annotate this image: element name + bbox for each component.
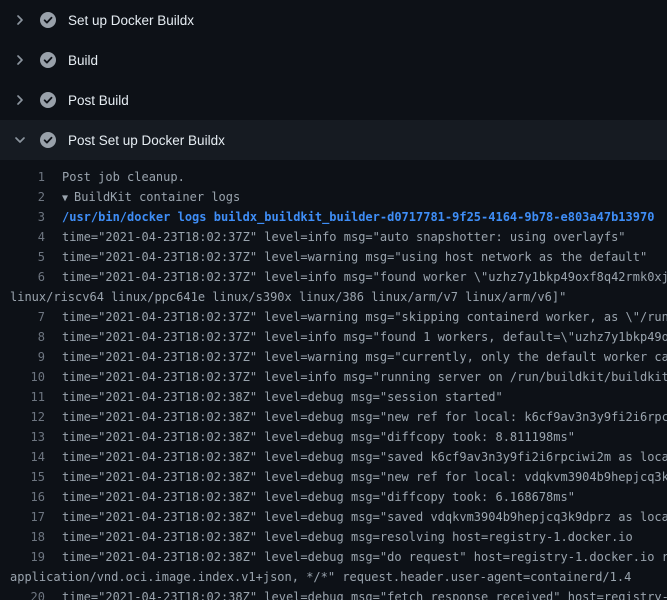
line-number[interactable]: 7 [0, 307, 45, 327]
line-text: time="2021-04-23T18:02:37Z" level=info m… [45, 367, 667, 387]
log-line: 6 time="2021-04-23T18:02:37Z" level=info… [0, 267, 667, 287]
actions-log-viewer: Set up Docker Buildx Build Post Build [0, 0, 667, 600]
line-text: time="2021-04-23T18:02:38Z" level=debug … [45, 427, 667, 447]
line-number[interactable]: 5 [0, 247, 45, 267]
chevron-down-icon [12, 132, 28, 148]
line-number[interactable]: 6 [0, 267, 45, 287]
log-line: 7 time="2021-04-23T18:02:37Z" level=warn… [0, 307, 667, 327]
log-line: 4 time="2021-04-23T18:02:37Z" level=info… [0, 227, 667, 247]
step-row-setup-docker-buildx[interactable]: Set up Docker Buildx [0, 0, 667, 40]
log-line: 18 time="2021-04-23T18:02:38Z" level=deb… [0, 527, 667, 547]
line-text: time="2021-04-23T18:02:38Z" level=debug … [45, 507, 667, 527]
line-number[interactable]: 16 [0, 487, 45, 507]
log-line: 9 time="2021-04-23T18:02:37Z" level=warn… [0, 347, 667, 367]
log-line: 14 time="2021-04-23T18:02:38Z" level=deb… [0, 447, 667, 467]
check-circle-icon [40, 132, 56, 148]
line-text: time="2021-04-23T18:02:37Z" level=warnin… [45, 347, 667, 367]
log-line: 15 time="2021-04-23T18:02:38Z" level=deb… [0, 467, 667, 487]
line-text: time="2021-04-23T18:02:37Z" level=info m… [45, 227, 667, 247]
line-number[interactable]: 1 [0, 167, 45, 187]
line-number[interactable]: 8 [0, 327, 45, 347]
log-line: 10 time="2021-04-23T18:02:37Z" level=inf… [0, 367, 667, 387]
line-number[interactable]: 12 [0, 407, 45, 427]
line-number[interactable]: 13 [0, 427, 45, 447]
log-line-continuation: linux/riscv64 linux/ppc641e linux/s390x … [0, 287, 667, 307]
log-line: 13 time="2021-04-23T18:02:38Z" level=deb… [0, 427, 667, 447]
log-line: 17 time="2021-04-23T18:02:38Z" level=deb… [0, 507, 667, 527]
log-line: 1 Post job cleanup. [0, 167, 667, 187]
line-text: time="2021-04-23T18:02:38Z" level=debug … [45, 447, 667, 467]
step-label: Build [68, 53, 98, 68]
group-toggle-icon[interactable]: ▼ [62, 193, 74, 204]
line-text[interactable]: ▼ BuildKit container logs [45, 187, 667, 207]
line-text: /usr/bin/docker logs buildx_buildkit_bui… [45, 207, 667, 227]
line-number[interactable]: 9 [0, 347, 45, 367]
line-number[interactable]: 3 [0, 207, 45, 227]
step-row-post-setup-docker-buildx[interactable]: Post Set up Docker Buildx [0, 120, 667, 160]
line-text: time="2021-04-23T18:02:38Z" level=debug … [45, 467, 667, 487]
step-label: Set up Docker Buildx [68, 13, 194, 28]
line-text: time="2021-04-23T18:02:37Z" level=warnin… [45, 307, 667, 327]
line-text: time="2021-04-23T18:02:37Z" level=warnin… [45, 247, 667, 267]
step-row-build[interactable]: Build [0, 40, 667, 80]
log-line: 11 time="2021-04-23T18:02:38Z" level=deb… [0, 387, 667, 407]
line-number[interactable]: 19 [0, 547, 45, 567]
line-number[interactable]: 18 [0, 527, 45, 547]
step-label: Post Set up Docker Buildx [68, 133, 225, 148]
line-number[interactable]: 10 [0, 367, 45, 387]
chevron-right-icon [12, 92, 28, 108]
steps-list: Set up Docker Buildx Build Post Build [0, 0, 667, 160]
line-text: time="2021-04-23T18:02:38Z" level=debug … [45, 407, 667, 427]
line-number[interactable]: 11 [0, 387, 45, 407]
line-text: time="2021-04-23T18:02:38Z" level=debug … [45, 387, 667, 407]
line-text: Post job cleanup. [45, 167, 667, 187]
log-line: 12 time="2021-04-23T18:02:38Z" level=deb… [0, 407, 667, 427]
line-text: time="2021-04-23T18:02:37Z" level=info m… [45, 267, 667, 287]
step-row-post-build[interactable]: Post Build [0, 80, 667, 120]
check-circle-icon [40, 12, 56, 28]
line-text: time="2021-04-23T18:02:38Z" level=debug … [45, 587, 667, 600]
log-line: 2 ▼ BuildKit container logs [0, 187, 667, 207]
group-label: BuildKit container logs [74, 190, 240, 204]
line-number[interactable]: 4 [0, 227, 45, 247]
log-line: 16 time="2021-04-23T18:02:38Z" level=deb… [0, 487, 667, 507]
log-line-continuation: application/vnd.oci.image.index.v1+json,… [0, 567, 667, 587]
line-text: time="2021-04-23T18:02:38Z" level=debug … [45, 547, 667, 567]
line-number[interactable]: 2 [0, 187, 45, 207]
line-text: time="2021-04-23T18:02:37Z" level=info m… [45, 327, 667, 347]
log-line: 8 time="2021-04-23T18:02:37Z" level=info… [0, 327, 667, 347]
line-number[interactable]: 20 [0, 587, 45, 600]
check-circle-icon [40, 52, 56, 68]
log-line: 3 /usr/bin/docker logs buildx_buildkit_b… [0, 207, 667, 227]
line-text: time="2021-04-23T18:02:38Z" level=debug … [45, 487, 667, 507]
line-number[interactable]: 14 [0, 447, 45, 467]
line-text: time="2021-04-23T18:02:38Z" level=debug … [45, 527, 667, 547]
log-line: 19 time="2021-04-23T18:02:38Z" level=deb… [0, 547, 667, 567]
chevron-right-icon [12, 12, 28, 28]
log-line: 5 time="2021-04-23T18:02:37Z" level=warn… [0, 247, 667, 267]
log-line: 20 time="2021-04-23T18:02:38Z" level=deb… [0, 587, 667, 600]
chevron-right-icon [12, 52, 28, 68]
step-label: Post Build [68, 93, 129, 108]
log-area: 1 Post job cleanup. 2 ▼ BuildKit contain… [0, 160, 667, 600]
line-number[interactable]: 17 [0, 507, 45, 527]
check-circle-icon [40, 92, 56, 108]
line-number[interactable]: 15 [0, 467, 45, 487]
